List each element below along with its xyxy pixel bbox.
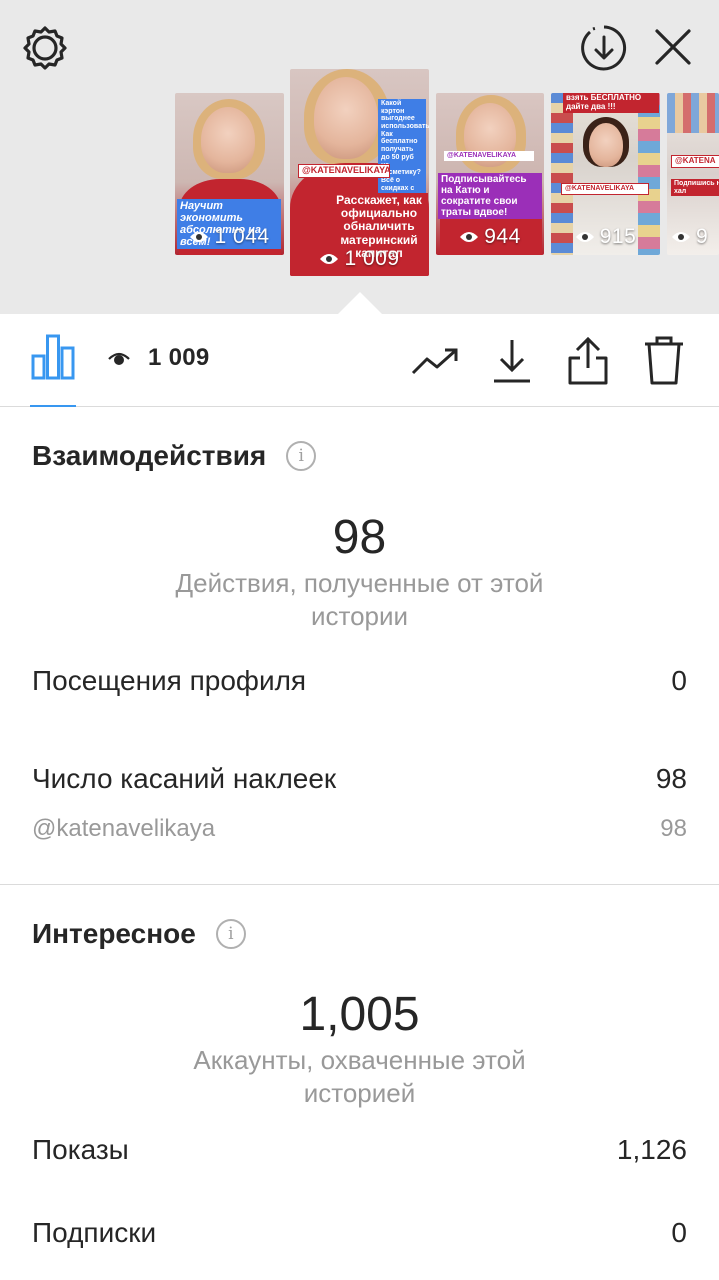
views-count-value: 1 009 [148, 344, 210, 371]
story-thumbnail[interactable]: @KATENA Подпишись на хал 9 [667, 93, 719, 255]
story-caption: Подписывайтесь на Катю и сократите свои … [438, 173, 542, 219]
row-value: 98 [660, 815, 687, 842]
profile-visits-row: Посещения профиля 0 [32, 665, 687, 697]
story-views: 915 [551, 225, 660, 249]
eye-icon [108, 352, 130, 365]
interactions-title: Взаимодействия [32, 440, 267, 471]
section-divider [0, 884, 719, 885]
story-thumbnail[interactable]: @KATENAVELIKAYA Подписывайтесь на Катю и… [436, 93, 544, 255]
reach-total-label: Аккаунты, охваченные этой историей [193, 1045, 526, 1108]
info-icon[interactable]: i [215, 919, 246, 949]
row-value: 0 [671, 665, 687, 696]
row-label: Число касаний наклеек [32, 763, 337, 794]
eye-icon [672, 232, 690, 242]
row-value: 0 [671, 1217, 687, 1248]
reach-total: 1,005 [299, 988, 420, 1041]
mention-sticker-row[interactable]: @katenavelikaya 98 [32, 815, 687, 843]
story-views: 1 044 [175, 225, 284, 249]
eye-icon [460, 232, 479, 242]
insights-toolbar: 1 009 [0, 314, 719, 407]
story-views: 944 [436, 225, 544, 249]
interactions-section-title: Взаимодействия i [32, 440, 317, 472]
interactions-total: 98 [332, 511, 387, 564]
story-views: 9 [667, 225, 719, 249]
story-thumbnail[interactable]: взять БЕСПЛАТНО дайте два !!! @KATENAVEL… [551, 93, 660, 255]
sticker-taps-row: Число касаний наклеек 98 [32, 763, 687, 795]
row-value: 1,126 [616, 1134, 687, 1165]
story-thumbnail[interactable]: Научит экономить абсолютно на всём! 1 04… [175, 93, 284, 255]
trash-icon[interactable] [639, 336, 689, 386]
download-icon[interactable] [487, 336, 537, 386]
eye-icon [320, 254, 339, 264]
row-value: 98 [655, 763, 687, 794]
selected-story-pointer [338, 292, 382, 314]
info-icon[interactable]: i [286, 441, 317, 471]
impressions-row: Показы 1,126 [32, 1134, 687, 1166]
story-caption: Подпишись на хал [671, 179, 719, 197]
tab-insights[interactable] [28, 332, 78, 407]
story-strip-area: Научит экономить абсолютно на всём! 1 04… [0, 0, 719, 314]
story-views: 1 009 [290, 247, 429, 271]
share-icon[interactable] [563, 336, 613, 386]
bar-chart-icon [31, 334, 75, 380]
story-handle: @KATENAVELIKAYA [444, 151, 534, 161]
story-handle: @KATENAVELIKAYA [561, 183, 649, 195]
row-label: Показы [32, 1134, 129, 1165]
trending-icon[interactable] [410, 336, 460, 386]
follows-row: Подписки 0 [32, 1217, 687, 1249]
row-label: @katenavelikaya [32, 815, 216, 842]
discovery-section-title: Интересное i [32, 918, 246, 950]
story-thumbnails: Научит экономить абсолютно на всём! 1 04… [0, 60, 719, 300]
discovery-title: Интересное [32, 918, 196, 949]
eye-icon [575, 232, 594, 242]
story-top-text: Какой кэртон выгоднее использовать? Как … [378, 99, 429, 201]
row-label: Посещения профиля [32, 665, 307, 696]
interactions-total-label: Действия, полученные от этой истории [175, 568, 544, 631]
row-label: Подписки [32, 1217, 157, 1248]
eye-icon [190, 232, 209, 242]
story-caption: взять БЕСПЛАТНО дайте два !!! [563, 93, 659, 113]
story-handle: @KATENA [671, 155, 719, 168]
story-handle: @KATENAVELIKAYA [298, 164, 391, 178]
story-thumbnail-selected[interactable]: Какой кэртон выгоднее использовать? Как … [290, 69, 429, 276]
tab-active-indicator [30, 405, 76, 407]
views-count: 1 009 [108, 344, 210, 372]
